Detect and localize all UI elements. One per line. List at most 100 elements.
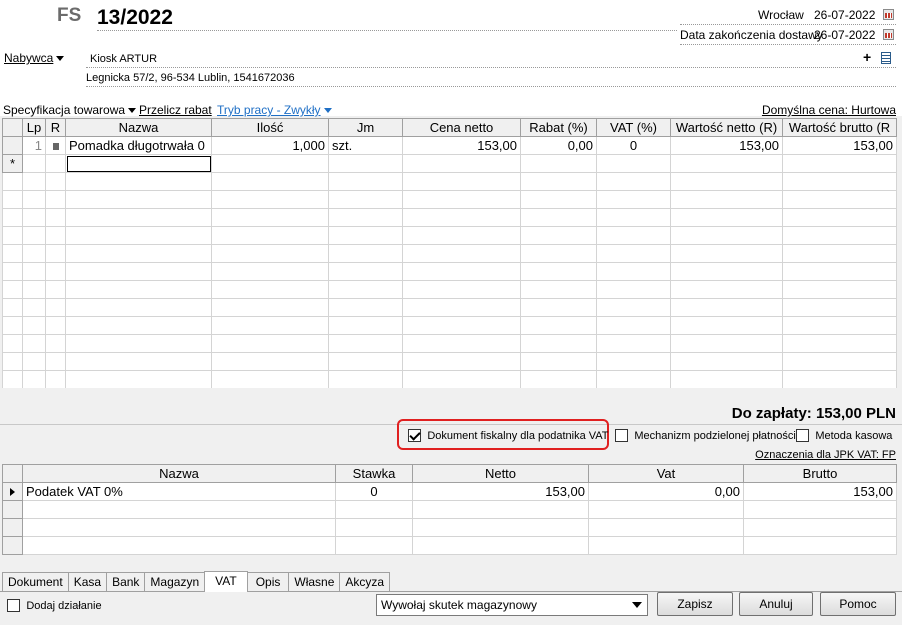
empty-cell[interactable] — [520, 226, 597, 245]
empty-cell[interactable] — [670, 172, 783, 191]
empty-cell[interactable] — [520, 352, 597, 371]
buyer-dropdown[interactable]: Nabywca — [4, 51, 65, 65]
empty-cell[interactable] — [65, 280, 212, 299]
empty-cell[interactable] — [743, 518, 897, 537]
empty-cell[interactable] — [211, 208, 329, 227]
cell-vat-vat[interactable]: 0,00 — [588, 482, 744, 501]
empty-cell[interactable] — [22, 518, 336, 537]
save-button[interactable]: Zapisz — [657, 592, 733, 616]
empty-cell[interactable] — [782, 298, 897, 317]
cell-vat-net[interactable]: 153,00 — [412, 482, 589, 501]
issue-date[interactable]: 26-07-2022 — [814, 8, 875, 22]
empty-cell[interactable] — [596, 154, 671, 173]
split-payment-checkbox[interactable]: Mechanizm podzielonej płatności — [615, 428, 796, 443]
empty-cell[interactable] — [520, 208, 597, 227]
row-header[interactable] — [2, 316, 23, 335]
empty-cell[interactable] — [211, 298, 329, 317]
empty-cell[interactable] — [596, 334, 671, 353]
empty-cell[interactable] — [65, 208, 212, 227]
empty-cell[interactable] — [328, 334, 403, 353]
calendar-icon[interactable] — [883, 9, 894, 20]
empty-cell[interactable] — [670, 280, 783, 299]
empty-cell[interactable] — [211, 244, 329, 263]
empty-cell[interactable] — [670, 316, 783, 335]
row-header[interactable] — [2, 262, 23, 281]
empty-cell[interactable] — [45, 154, 66, 173]
col-header-qty[interactable]: Ilość — [211, 118, 329, 137]
cell-r[interactable] — [45, 136, 66, 155]
empty-cell[interactable] — [670, 334, 783, 353]
empty-row[interactable] — [2, 370, 897, 389]
empty-row[interactable] — [2, 316, 897, 335]
tab-magazyn[interactable]: Magazyn — [144, 572, 206, 591]
empty-cell[interactable] — [596, 316, 671, 335]
col-header-price[interactable]: Cena netto — [402, 118, 521, 137]
empty-cell[interactable] — [45, 172, 66, 191]
empty-cell[interactable] — [65, 334, 212, 353]
empty-cell[interactable] — [670, 208, 783, 227]
jpk-vat-link[interactable]: Oznaczenia dla JPK VAT: FP — [755, 449, 896, 461]
empty-cell[interactable] — [596, 244, 671, 263]
empty-cell[interactable] — [45, 208, 66, 227]
empty-row[interactable] — [2, 280, 897, 299]
empty-cell[interactable] — [743, 500, 897, 519]
buyer-address[interactable]: Legnicka 57/2, 96-534 Lublin, 1541672036 — [86, 72, 295, 84]
empty-cell[interactable] — [328, 208, 403, 227]
help-button[interactable]: Pomoc — [820, 592, 896, 616]
row-header[interactable] — [2, 334, 23, 353]
items-table[interactable]: Lp R Nazwa Ilość Jm Cena netto Rabat (%)… — [2, 118, 897, 389]
tab-opis[interactable]: Opis — [246, 572, 290, 591]
empty-cell[interactable] — [65, 190, 212, 209]
empty-cell[interactable] — [670, 244, 783, 263]
cell-qty[interactable]: 1,000 — [211, 136, 329, 155]
tab-vat[interactable]: VAT — [204, 571, 248, 592]
empty-cell[interactable] — [402, 298, 521, 317]
row-header[interactable] — [2, 226, 23, 245]
empty-cell[interactable] — [65, 352, 212, 371]
empty-cell[interactable] — [588, 518, 744, 537]
empty-row[interactable] — [2, 352, 897, 371]
empty-cell[interactable] — [412, 500, 589, 519]
col-header-r[interactable]: R — [45, 118, 66, 137]
empty-cell[interactable] — [22, 190, 46, 209]
empty-cell[interactable] — [328, 298, 403, 317]
empty-row[interactable] — [2, 334, 897, 353]
empty-cell[interactable] — [670, 226, 783, 245]
empty-cell[interactable] — [211, 172, 329, 191]
empty-cell[interactable] — [670, 190, 783, 209]
warehouse-effect-select[interactable]: Wywołaj skutek magazynowy — [376, 594, 648, 616]
col-header-net[interactable]: Wartość netto (R) — [670, 118, 783, 137]
empty-cell[interactable] — [22, 172, 46, 191]
empty-cell[interactable] — [335, 518, 413, 537]
empty-cell[interactable] — [328, 262, 403, 281]
empty-row[interactable] — [2, 172, 897, 191]
empty-cell[interactable] — [520, 262, 597, 281]
empty-cell[interactable] — [45, 316, 66, 335]
row-header[interactable] — [2, 500, 23, 519]
empty-row[interactable] — [2, 536, 897, 555]
empty-row[interactable] — [2, 500, 897, 519]
empty-cell[interactable] — [65, 370, 212, 389]
empty-cell[interactable] — [211, 262, 329, 281]
empty-cell[interactable] — [402, 172, 521, 191]
empty-cell[interactable] — [22, 280, 46, 299]
empty-cell[interactable] — [782, 370, 897, 389]
empty-cell[interactable] — [782, 334, 897, 353]
empty-cell[interactable] — [22, 154, 46, 173]
col-header-gross[interactable]: Wartość brutto (R — [782, 118, 897, 137]
empty-cell[interactable] — [520, 154, 597, 173]
empty-cell[interactable] — [22, 334, 46, 353]
empty-row[interactable] — [2, 518, 897, 537]
empty-cell[interactable] — [520, 298, 597, 317]
empty-cell[interactable] — [596, 208, 671, 227]
empty-cell[interactable] — [520, 334, 597, 353]
col-header-lp[interactable]: Lp — [22, 118, 46, 137]
empty-cell[interactable] — [402, 244, 521, 263]
tab-dokument[interactable]: Dokument — [2, 572, 69, 591]
row-header[interactable] — [2, 244, 23, 263]
vat-col-rate[interactable]: Stawka — [335, 464, 413, 483]
empty-cell[interactable] — [65, 226, 212, 245]
table-row[interactable]: 1 Pomadka długotrwała 0 1,000 szt. 153,0… — [2, 136, 897, 155]
empty-cell[interactable] — [588, 536, 744, 555]
empty-cell[interactable] — [520, 316, 597, 335]
